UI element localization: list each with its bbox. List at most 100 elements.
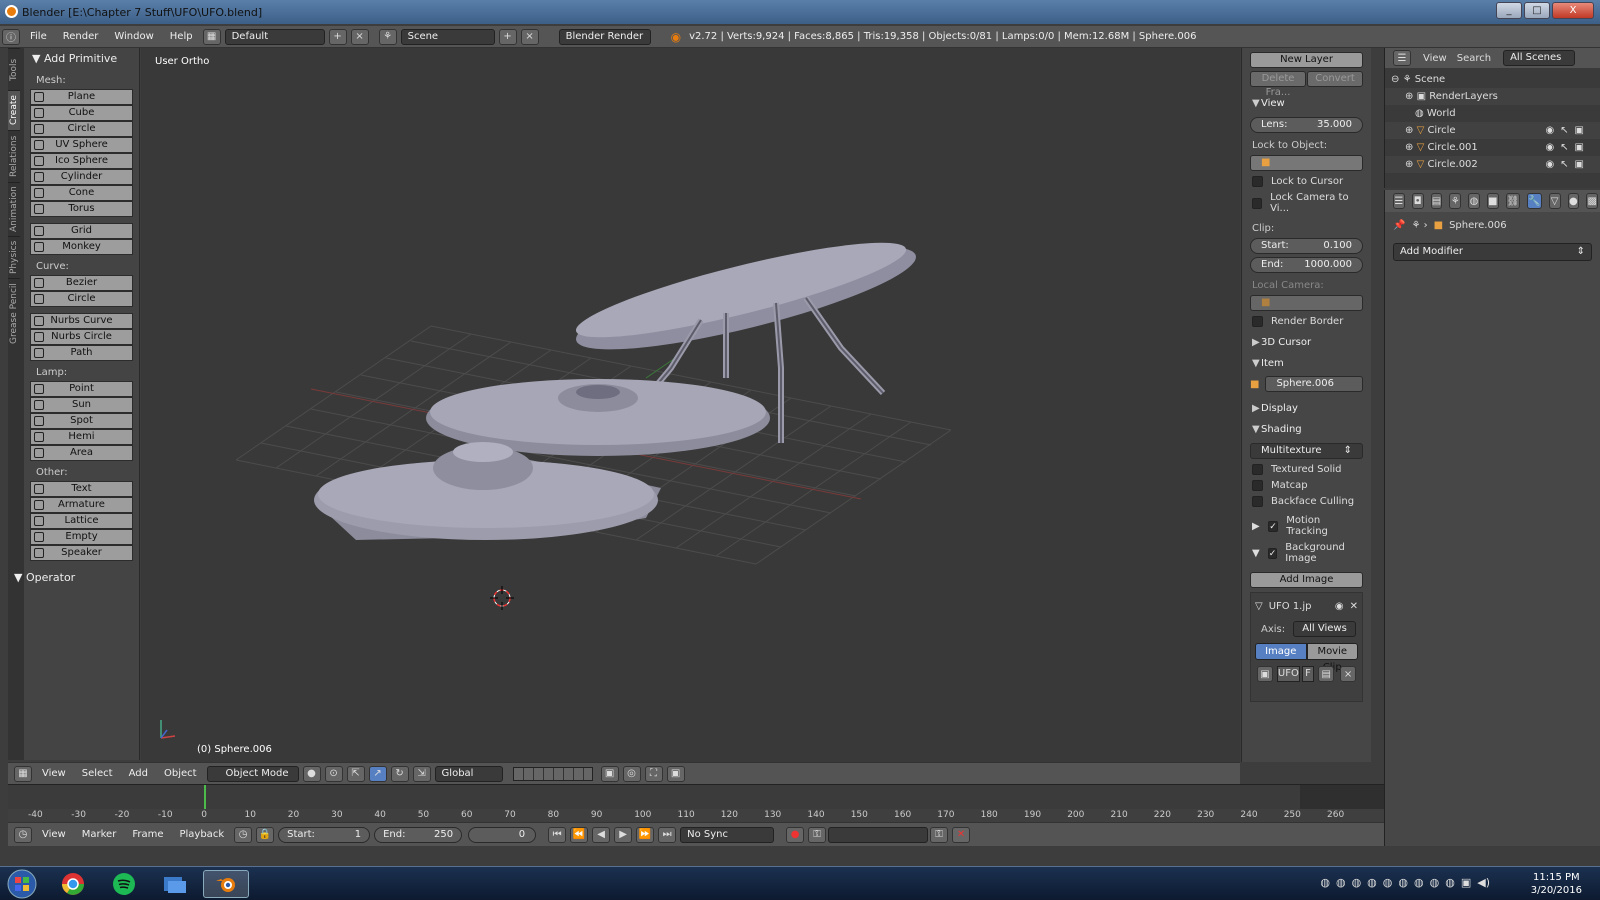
lens-field[interactable]: Lens: 35.000 [1250, 117, 1363, 133]
image-browse-icon[interactable]: ▣ [1257, 666, 1273, 682]
blender-app-icon[interactable] [203, 870, 249, 898]
next-keyframe-icon[interactable]: ⏩ [636, 826, 655, 843]
manipulator-icon[interactable]: ⇱ [346, 765, 365, 782]
item-name-field[interactable]: Sphere.006 [1265, 376, 1363, 392]
outliner-search-menu[interactable]: Search [1457, 53, 1491, 64]
local-camera-field[interactable]: ■ [1250, 295, 1363, 311]
axis-dropdown[interactable]: All Views [1293, 621, 1356, 637]
menu-marker[interactable]: Marker [74, 829, 125, 840]
display-panel-header[interactable]: ▶Display [1242, 398, 1371, 419]
mesh-circle-button[interactable]: Circle [30, 121, 133, 137]
background-images-checkbox[interactable]: ▼ ✓ Background Image [1252, 542, 1361, 564]
other-empty-button[interactable]: Empty [30, 529, 133, 545]
tray-app-icon[interactable]: ◍ [1367, 876, 1377, 889]
other-speaker-button[interactable]: Speaker [30, 545, 133, 561]
play-reverse-icon[interactable]: ◀ [592, 826, 611, 843]
expand-icon[interactable]: ⊕ [1405, 159, 1417, 170]
lamp-sun-button[interactable]: Sun [30, 397, 133, 413]
lamp-spot-button[interactable]: Spot [30, 413, 133, 429]
textured-solid-checkbox[interactable]: Textured Solid [1252, 464, 1361, 475]
translate-manipulator-icon[interactable]: ↗ [368, 765, 387, 782]
outliner-row-circle-001[interactable]: ⊕ ▽ Circle.001 ◉↖▣ [1385, 139, 1600, 156]
scene-icon[interactable]: ⚘ [378, 28, 397, 45]
tab-create[interactable]: Create [8, 90, 20, 130]
scene-tab-icon[interactable]: ⚘ [1449, 193, 1462, 209]
snap-icon[interactable]: ⛶ [644, 765, 663, 782]
start-button[interactable] [2, 869, 42, 899]
start-frame-field[interactable]: Start: 1 [278, 826, 371, 843]
visibility-icon[interactable]: ◉↖▣ [1545, 139, 1590, 156]
remove-scene-icon[interactable]: × [520, 28, 539, 45]
clock[interactable]: 11:15 PM 3/20/2016 [1531, 871, 1582, 897]
tray-app-icon[interactable]: ◍ [1445, 876, 1455, 889]
record-icon[interactable]: ● [786, 826, 805, 843]
clip-start-field[interactable]: Start: 0.100 [1250, 238, 1363, 254]
mesh-cube-button[interactable]: Cube [30, 105, 133, 121]
lock-object-field[interactable]: ■ [1250, 155, 1363, 171]
scale-manipulator-icon[interactable]: ⇲ [412, 765, 431, 782]
properties-editor-icon[interactable]: ☰ [1393, 193, 1405, 209]
tray-app-icon[interactable]: ◍ [1352, 876, 1362, 889]
end-frame-field[interactable]: End: 250 [374, 826, 463, 843]
visibility-icon[interactable]: ◉↖▣ [1545, 122, 1590, 139]
play-icon[interactable]: ▶ [614, 826, 633, 843]
delete-frame-button[interactable]: Delete Fra... [1250, 71, 1306, 98]
view-panel-header[interactable]: ▼View [1242, 93, 1371, 114]
tab-tools[interactable]: Tools [8, 48, 20, 90]
mesh-cylinder-button[interactable]: Cylinder [30, 169, 133, 185]
visibility-icon[interactable]: ◉↖▣ [1545, 156, 1590, 173]
mesh-ico-sphere-button[interactable]: Ico Sphere [30, 153, 133, 169]
menu-render[interactable]: Render [55, 31, 107, 42]
menu-view[interactable]: View [34, 829, 74, 840]
curve-circle-button[interactable]: Circle [30, 291, 133, 307]
image-tab[interactable]: Image [1255, 643, 1307, 660]
backface-culling-checkbox[interactable]: Backface Culling [1252, 496, 1361, 507]
tray-app-icon[interactable]: ◍ [1320, 876, 1330, 889]
motion-tracking-checkbox[interactable]: ▶ ✓ Motion Tracking [1252, 515, 1361, 537]
fake-user-button[interactable]: F [1301, 666, 1315, 682]
menu-frame[interactable]: Frame [124, 829, 171, 840]
orientation-dropdown[interactable]: Global [434, 765, 503, 782]
outliner-row-circle-002[interactable]: ⊕ ▽ Circle.002 ◉↖▣ [1385, 156, 1600, 173]
chrome-app-icon[interactable] [50, 870, 96, 898]
menu-add[interactable]: Add [121, 768, 156, 779]
add-layout-icon[interactable]: + [328, 28, 347, 45]
outliner-row-renderlayers[interactable]: ⊕ ▣ RenderLayers [1385, 88, 1600, 105]
prev-keyframe-icon[interactable]: ⏪ [570, 826, 589, 843]
lamp-hemi-button[interactable]: Hemi [30, 429, 133, 445]
unlink-icon[interactable]: × [1340, 666, 1356, 682]
menu-object[interactable]: Object [156, 768, 205, 779]
render-border-checkbox[interactable]: Render Border [1252, 316, 1361, 327]
viewport-shading-icon[interactable]: ● [302, 765, 321, 782]
3d-viewport[interactable]: User Ortho (0) Sphere.006 [141, 48, 1240, 762]
editor-type-icon[interactable]: ◷ [14, 826, 32, 843]
render-tab-icon[interactable]: ◘ [1411, 193, 1424, 209]
matcap-checkbox[interactable]: Matcap [1252, 480, 1361, 491]
expanded-triangle-icon[interactable]: ▽ [1255, 601, 1263, 612]
keying-set-icon[interactable]: ⚿ [808, 826, 827, 843]
new-layer-button[interactable]: New Layer [1250, 52, 1363, 68]
world-tab-icon[interactable]: ◍ [1468, 193, 1480, 209]
lock-icon[interactable]: 🔒 [256, 826, 275, 843]
outliner-row-world[interactable]: ◍ World [1385, 105, 1600, 122]
network-icon[interactable]: ▣ [1461, 876, 1471, 889]
lock-camera-checkbox[interactable]: Lock Camera to Vi... [1252, 192, 1361, 214]
movie-clip-tab[interactable]: Movie Clip [1306, 643, 1358, 673]
shading-mode-dropdown[interactable]: Multitexture ⇕ [1250, 443, 1363, 459]
jump-start-icon[interactable]: ⏮ [548, 826, 567, 843]
shading-panel-header[interactable]: ▼Shading [1242, 419, 1371, 440]
insert-keyframe-icon[interactable]: ⚿ [930, 826, 949, 843]
outliner-view-menu[interactable]: View [1423, 53, 1447, 64]
timeline[interactable]: -40 -30 -20 -10 0 10 20 30 40 50 60 70 80 90 100 110 120… [8, 784, 1384, 823]
image-name-field[interactable]: UFO [1276, 666, 1300, 682]
texture-tab-icon[interactable]: ▩ [1586, 193, 1599, 209]
tab-physics[interactable]: Physics [8, 236, 20, 278]
material-tab-icon[interactable]: ● [1567, 193, 1580, 209]
remove-icon[interactable]: ✕ [1350, 601, 1358, 612]
minimize-button[interactable]: _ [1496, 2, 1522, 19]
mesh-grid-button[interactable]: Grid [30, 223, 133, 239]
add-primitive-header[interactable]: ▼ Add Primitive [24, 48, 139, 69]
scene-field[interactable]: Scene [400, 28, 495, 45]
lamp-point-button[interactable]: Point [30, 381, 133, 397]
add-image-button[interactable]: Add Image [1250, 572, 1363, 588]
